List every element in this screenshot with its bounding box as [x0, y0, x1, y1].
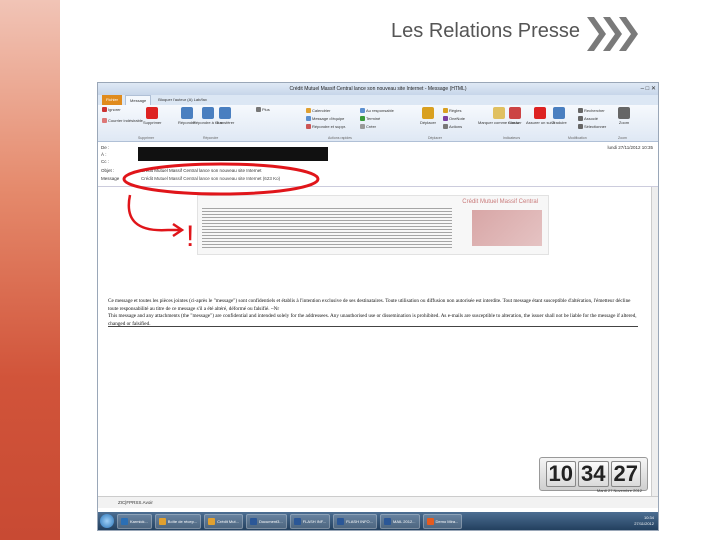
red-circle-annotation [122, 162, 320, 196]
red-arrow-annotation [127, 194, 180, 232]
slide-title: Les Relations Presse [391, 20, 580, 42]
slide-accent-bar [0, 0, 60, 540]
chevrons-icon [587, 17, 638, 51]
red-annotation-layer: ! [122, 162, 320, 253]
outlook-screenshot: Crédit Mutuel Massif Central lance son n… [97, 82, 659, 531]
red-exclamation-mark: ! [186, 220, 194, 253]
